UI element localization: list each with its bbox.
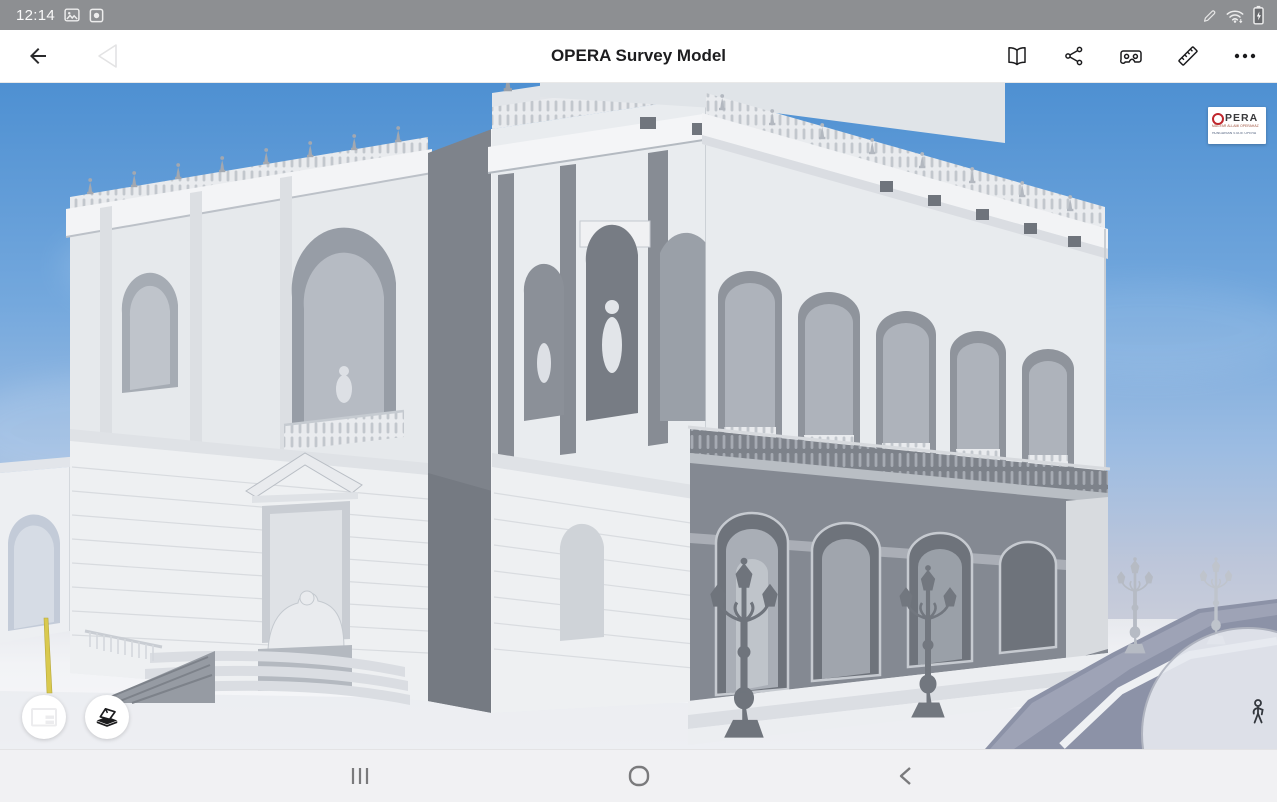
status-bar: 12:14 xyxy=(0,0,1277,30)
left-background-arcade xyxy=(0,456,80,643)
nav-back-button[interactable] xyxy=(889,750,923,802)
arrow-back-icon xyxy=(30,48,46,64)
home-button[interactable] xyxy=(622,750,656,802)
app-toolbar: OPERA Survey Model xyxy=(0,30,1277,83)
page-title: OPERA Survey Model xyxy=(550,46,727,65)
layout-sheet-icon xyxy=(31,708,57,727)
android-nav-bar xyxy=(0,749,1277,802)
opera-logo-line1: MAGYAR ÁLLAMI OPERAHÁZ xyxy=(1212,124,1259,128)
back-chevron-icon xyxy=(899,767,911,785)
ruler-icon xyxy=(1178,46,1198,66)
recents-icon xyxy=(351,768,369,784)
share-icon xyxy=(1065,46,1083,66)
battery-charging-icon xyxy=(1252,5,1265,25)
measure-button[interactable] xyxy=(1168,36,1208,76)
book-icon xyxy=(1008,46,1026,66)
vr-mode-button[interactable] xyxy=(1111,36,1151,76)
clock: 12:14 xyxy=(16,6,56,24)
stylus-icon xyxy=(1201,7,1218,24)
hungarian-state-opera-logo: PERA MAGYAR ÁLLAMI OPERAHÁZ HUNGARIAN ST… xyxy=(1208,107,1266,144)
recents-button[interactable] xyxy=(343,750,377,802)
back-button[interactable] xyxy=(18,36,58,76)
screen-record-icon xyxy=(89,8,104,23)
layers-fab[interactable] xyxy=(85,695,129,739)
home-icon xyxy=(628,765,650,787)
opera-logo-o-ring xyxy=(1212,112,1224,125)
more-options-button[interactable] xyxy=(1225,36,1265,76)
vr-goggles-icon xyxy=(1119,50,1142,65)
more-options-icon xyxy=(1234,53,1256,59)
opera-house-3d-render[interactable] xyxy=(0,83,1277,749)
walking-person-icon[interactable] xyxy=(1246,698,1270,737)
model-viewport[interactable]: PERA MAGYAR ÁLLAMI OPERAHÁZ HUNGARIAN ST… xyxy=(0,83,1277,749)
bimx-app-window: 12:14 OPERA Survey Model PERA MAGYAR ÁLL… xyxy=(0,0,1277,802)
opera-logo-text: PERA xyxy=(1225,112,1259,124)
open-box-icon xyxy=(96,707,118,727)
triangle-left-icon xyxy=(98,44,117,68)
wifi-icon xyxy=(1225,7,1245,24)
left-wing-facade xyxy=(65,126,433,701)
views-fab-disabled[interactable] xyxy=(22,695,66,739)
corner-pavilion xyxy=(428,83,711,713)
share-button[interactable] xyxy=(1054,36,1094,76)
gallery-icon xyxy=(63,7,81,23)
bookmarks-button[interactable] xyxy=(997,36,1037,76)
opera-logo-line2: HUNGARIAN STATE OPERA xyxy=(1212,131,1257,135)
previous-view-button-disabled[interactable] xyxy=(88,36,128,76)
